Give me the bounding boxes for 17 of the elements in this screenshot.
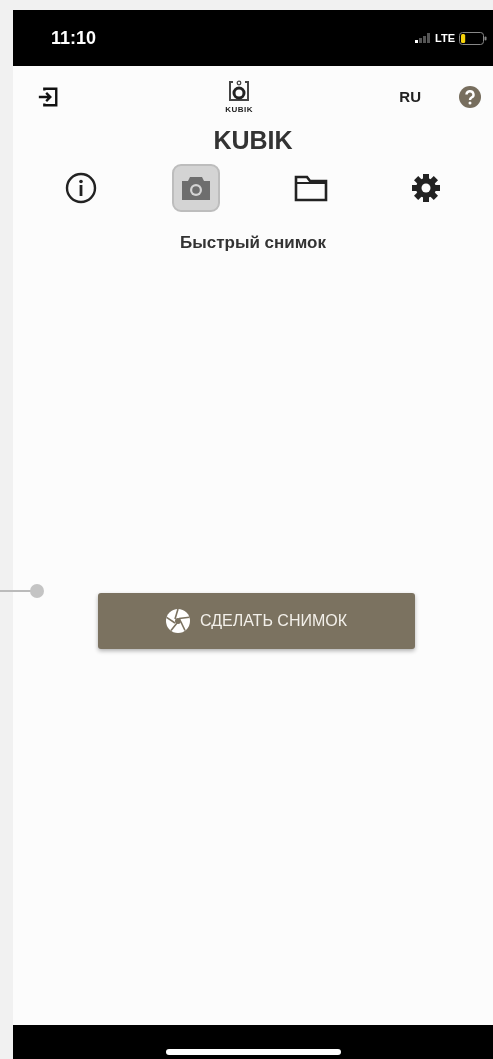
folder-icon: [293, 173, 328, 202]
section-title: Быстрый снимок: [179, 231, 327, 254]
help-icon[interactable]: [459, 86, 481, 108]
slider-handle: [0, 582, 46, 600]
login-icon[interactable]: [37, 86, 59, 108]
aperture-icon: [165, 609, 190, 633]
take-photo-button[interactable]: СДЕЛАТЬ СНИМОК: [98, 593, 415, 649]
info-icon: [64, 171, 97, 204]
logo-text: KUBIK: [225, 106, 254, 114]
app-title: KUBIK: [212, 125, 294, 156]
network-label: LTE: [435, 30, 455, 46]
settings-icon: [409, 171, 442, 204]
logo-icon: [228, 80, 251, 102]
battery-icon: [459, 31, 487, 45]
language-selector[interactable]: RU: [399, 85, 421, 109]
status-time: 11:10: [51, 26, 97, 50]
signal-icon: [415, 33, 432, 43]
